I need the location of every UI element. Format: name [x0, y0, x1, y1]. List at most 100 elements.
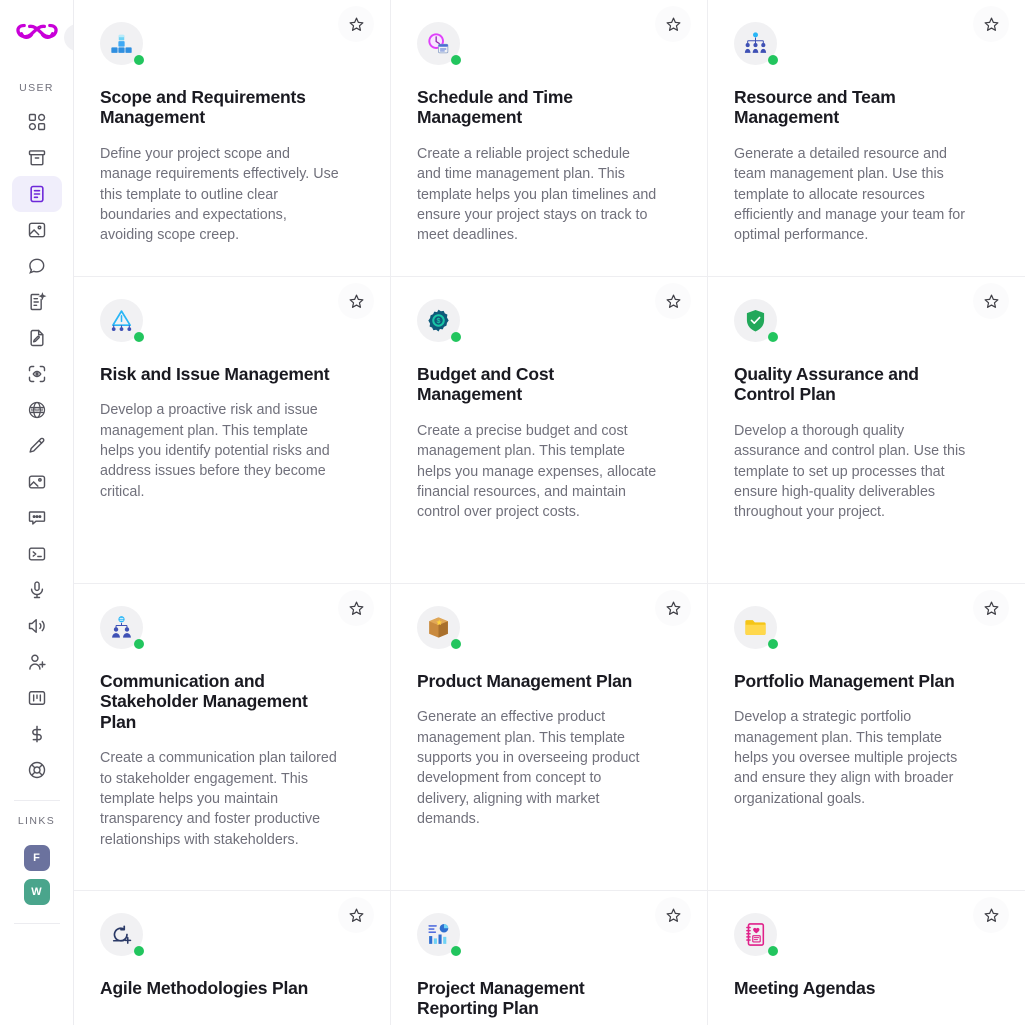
favorite-star-button[interactable] — [973, 283, 1009, 319]
sidebar-section-user: USER — [19, 82, 54, 94]
yellow-folder-emoji — [745, 620, 766, 635]
link-tile-f[interactable]: F — [23, 845, 50, 871]
template-card[interactable]: Meeting Agendas — [708, 891, 1025, 1025]
lifebuoy-icon — [28, 761, 45, 779]
photo-landscape-icon — [28, 475, 45, 489]
template-description: Develop a proactive risk and issue manag… — [100, 402, 330, 500]
favorite-star-button[interactable] — [655, 283, 691, 319]
image-icon — [28, 222, 45, 238]
star-icon — [984, 601, 998, 615]
template-card[interactable]: Quality Assurance and Control Plan Devel… — [708, 277, 1025, 584]
star-icon — [666, 908, 680, 922]
sidebar-bottom-divider — [13, 923, 60, 924]
sidebar-item-audio[interactable] — [12, 608, 62, 644]
sidebar-divider — [13, 800, 60, 801]
template-description: Develop a strategic portfolio management… — [734, 709, 958, 807]
sidebar-section-links: LINKS — [17, 815, 56, 827]
star-icon — [666, 17, 680, 31]
app-root: USER www LINKS F W Scope and Requirement… — [0, 0, 1025, 1025]
sidebar-item-doc-edit[interactable] — [12, 320, 62, 356]
sidebar-item-archive[interactable] — [12, 140, 62, 176]
template-card[interactable]: Product Management Plan Generate an effe… — [391, 584, 708, 891]
sidebar-item-scan[interactable] — [12, 356, 62, 392]
star-icon — [666, 601, 680, 615]
status-dot — [134, 639, 144, 649]
www-globe-icon: www — [28, 401, 45, 419]
sidebar-item-microphone[interactable] — [12, 572, 62, 608]
template-description: Create a reliable project schedule and t… — [417, 145, 657, 244]
sidebar-item-terminal[interactable] — [12, 536, 62, 572]
star-icon — [349, 908, 363, 922]
template-icon-badge — [100, 913, 144, 956]
template-icon-badge — [734, 299, 778, 342]
template-card[interactable]: Agile Methodologies Plan — [74, 891, 391, 1025]
document-text-icon — [29, 185, 44, 203]
favorite-star-button[interactable] — [973, 6, 1009, 42]
status-dot — [451, 332, 461, 342]
sidebar-item-billing[interactable] — [12, 716, 62, 752]
template-description: Develop a thorough quality assurance and… — [734, 422, 966, 521]
favorite-star-button[interactable] — [655, 897, 691, 933]
favorite-star-button[interactable] — [338, 283, 374, 319]
template-title: Quality Assurance and Control Plan — [734, 364, 919, 405]
team-org-chart-emoji — [744, 32, 767, 53]
template-card[interactable]: Communication and Stakeholder Management… — [74, 584, 391, 891]
favorite-star-button[interactable] — [655, 6, 691, 42]
template-card[interactable]: Resource and Team Management Generate a … — [708, 0, 1025, 277]
template-description: Define your project scope and manage req… — [100, 145, 339, 244]
favorite-star-button[interactable] — [338, 6, 374, 42]
pen-edit-icon — [28, 437, 44, 453]
sidebar-item-pen[interactable] — [12, 428, 62, 464]
sidebar-item-support[interactable] — [12, 752, 62, 788]
template-title: Risk and Issue Management — [100, 364, 330, 384]
sidebar-item-documents[interactable] — [11, 176, 62, 212]
sidebar-item-doc-generate[interactable] — [12, 284, 62, 320]
star-icon — [666, 294, 680, 308]
logo-container[interactable] — [0, 0, 73, 56]
template-title: Communication and Stakeholder Management… — [100, 671, 308, 732]
sidebar-item-add-user[interactable] — [12, 644, 62, 680]
template-description: Generate an effective product management… — [417, 709, 640, 827]
template-icon-badge — [734, 606, 778, 649]
sidebar-item-chat[interactable] — [12, 248, 62, 284]
sidebar-item-web[interactable]: www — [12, 392, 62, 428]
template-card[interactable]: Portfolio Management Plan Develop a stra… — [708, 584, 1025, 891]
sidebar: USER www LINKS F W — [0, 0, 74, 1025]
template-card[interactable]: Project Management Reporting Plan — [391, 891, 708, 1025]
template-card[interactable]: Risk and Issue Management Develop a proa… — [74, 277, 391, 584]
star-icon — [984, 908, 998, 922]
risk-warning-triangle-emoji — [111, 310, 132, 331]
status-dot — [451, 55, 461, 65]
star-icon — [349, 294, 363, 308]
status-dot — [768, 55, 778, 65]
sidebar-item-board[interactable] — [12, 680, 62, 716]
status-dot — [768, 946, 778, 956]
template-icon-badge — [100, 606, 144, 649]
favorite-star-button[interactable] — [973, 590, 1009, 626]
favorite-star-button[interactable] — [338, 897, 374, 933]
sidebar-item-apps[interactable] — [12, 104, 62, 140]
favorite-star-button[interactable] — [655, 590, 691, 626]
status-dot — [451, 639, 461, 649]
comment-dots-icon — [28, 511, 45, 525]
status-dot — [768, 639, 778, 649]
sidebar-item-photo[interactable] — [12, 464, 62, 500]
blue-blocks-pyramid-emoji — [111, 34, 132, 53]
template-card[interactable]: Schedule and Time Management Create a re… — [391, 0, 708, 277]
star-icon — [349, 17, 363, 31]
clock-schedule-emoji — [428, 33, 449, 54]
status-dot — [134, 332, 144, 342]
grid-apps-icon — [28, 113, 45, 131]
template-icon-badge: $ — [417, 299, 461, 342]
link-tile-w[interactable]: W — [23, 879, 50, 905]
template-card[interactable]: Scope and Requirements Management Define… — [74, 0, 391, 277]
favorite-star-button[interactable] — [338, 590, 374, 626]
sidebar-item-images[interactable] — [12, 212, 62, 248]
sidebar-item-comments[interactable] — [12, 500, 62, 536]
user-plus-icon — [28, 654, 46, 670]
speaker-volume-icon — [28, 619, 45, 633]
bar-chart-report-emoji — [428, 923, 449, 944]
favorite-star-button[interactable] — [973, 897, 1009, 933]
template-card[interactable]: $ Budget and Cost Management Create a pr… — [391, 277, 708, 584]
green-shield-check-emoji — [746, 309, 765, 332]
